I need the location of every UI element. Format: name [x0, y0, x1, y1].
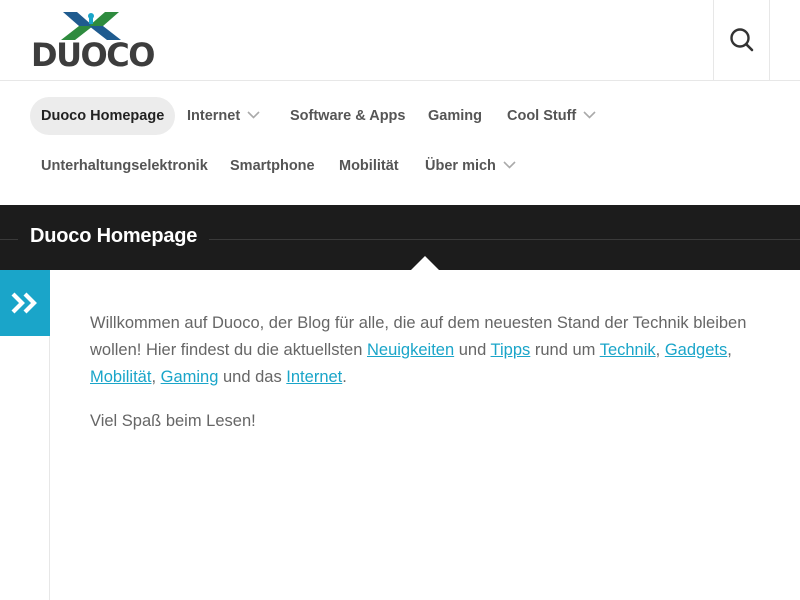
nav-item-label: Über mich — [425, 158, 496, 174]
page-title-wrap: Duoco Homepage — [18, 221, 210, 251]
search-button[interactable] — [713, 0, 770, 80]
nav-item-label: Smartphone — [230, 158, 315, 174]
intro-paragraph: Willkommen auf Duoco, der Blog für alle,… — [90, 310, 760, 391]
nav-item-label: Gaming — [428, 108, 482, 124]
link-gaming[interactable]: Gaming — [161, 368, 219, 386]
intro-text: und das — [218, 368, 287, 386]
nav-item-cool-stuff[interactable]: Cool Stuff — [496, 97, 607, 135]
nav-item-unterhaltungselektronik[interactable]: Unterhaltungselektronik — [30, 147, 219, 185]
nav-item-label: Duoco Homepage — [41, 108, 165, 124]
intro-text: , — [727, 341, 732, 359]
nav-item-label: Unterhaltungselektronik — [41, 158, 208, 174]
link-mobilitaet[interactable]: Mobilität — [90, 368, 151, 386]
page-title: Duoco Homepage — [30, 225, 198, 247]
closing-paragraph: Viel Spaß beim Lesen! — [90, 412, 256, 430]
link-internet[interactable]: Internet — [286, 368, 342, 386]
intro-text: , — [655, 341, 665, 359]
nav-item-duoco-homepage[interactable]: Duoco Homepage — [30, 97, 176, 135]
main-navigation: Duoco Homepage Internet Software & Apps … — [30, 97, 770, 197]
search-icon — [729, 28, 753, 52]
nav-item-label: Software & Apps — [290, 108, 406, 124]
link-gadgets[interactable]: Gadgets — [665, 341, 727, 359]
link-technik[interactable]: Technik — [600, 341, 656, 359]
chevron-down-icon — [503, 161, 516, 169]
intro-text: . — [342, 368, 347, 386]
nav-item-software-apps[interactable]: Software & Apps — [279, 97, 416, 135]
nav-item-internet[interactable]: Internet — [176, 97, 271, 135]
link-tipps[interactable]: Tipps — [491, 341, 531, 359]
nav-item-ueber-mich[interactable]: Über mich — [414, 147, 527, 185]
site-header: DUOCO — [0, 0, 800, 81]
site-logo[interactable]: DUOCO — [31, 10, 155, 74]
logo-wordmark: DUOCO — [31, 36, 155, 74]
nav-item-mobilitaet[interactable]: Mobilität — [328, 147, 410, 185]
nav-item-smartphone[interactable]: Smartphone — [219, 147, 326, 185]
link-neuigkeiten[interactable]: Neuigkeiten — [367, 341, 454, 359]
nav-row-1: Duoco Homepage Internet Software & Apps … — [30, 97, 770, 135]
main-content: Willkommen auf Duoco, der Blog für alle,… — [90, 310, 760, 452]
chevron-down-icon — [583, 111, 596, 119]
chevron-down-icon — [247, 111, 260, 119]
nav-item-label: Internet — [187, 108, 241, 124]
nav-item-label: Cool Stuff — [507, 108, 577, 124]
page-title-bar: Duoco Homepage — [0, 205, 800, 270]
title-bar-notch — [411, 256, 439, 270]
sidebar-toggle-button[interactable] — [0, 270, 50, 336]
nav-item-gaming[interactable]: Gaming — [417, 97, 493, 135]
nav-row-2: Unterhaltungselektronik Smartphone Mobil… — [30, 147, 770, 185]
intro-text: , — [151, 368, 161, 386]
nav-item-label: Mobilität — [339, 158, 399, 174]
double-chevron-right-icon — [11, 292, 37, 314]
intro-text: rund um — [530, 341, 600, 359]
intro-text: und — [454, 341, 491, 359]
